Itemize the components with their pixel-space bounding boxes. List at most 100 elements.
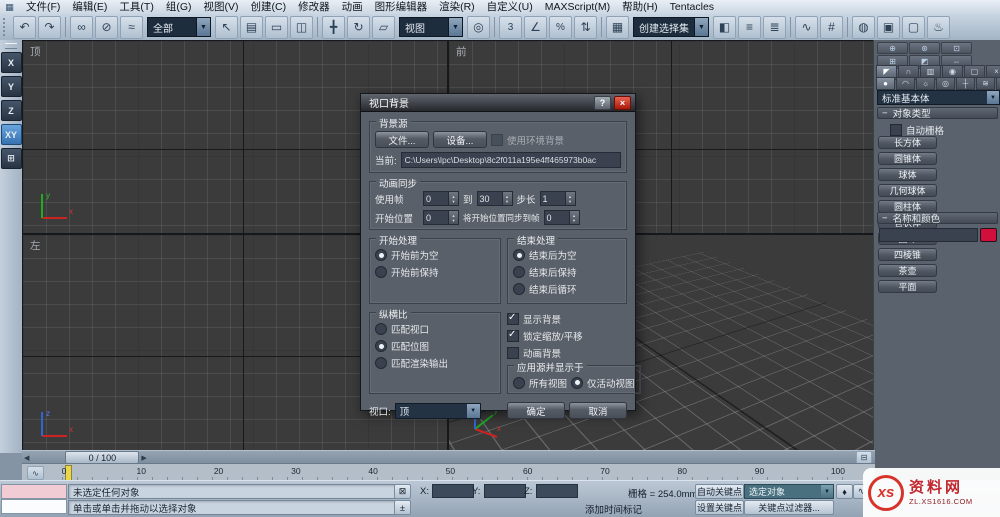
cone-button[interactable]: 圆锥体 [878, 152, 937, 165]
app-icon[interactable]: ▦ [3, 2, 16, 13]
time-slider[interactable]: ◀ 0 / 100 ▶ ⊟ [22, 450, 875, 464]
dialog-help-button[interactable]: ? [594, 95, 611, 110]
select-by-name-icon[interactable]: ▤ [240, 15, 263, 39]
object-name-field[interactable] [879, 228, 978, 242]
active-only-radio[interactable] [571, 376, 584, 389]
menu-help[interactable]: 帮助(H) [616, 1, 664, 14]
category-spacewarps-icon[interactable]: ≋ [976, 77, 995, 90]
selection-lock-toggle[interactable]: ⊠ [394, 484, 411, 499]
spinner-arrows-icon[interactable]: ▴ ▾ [448, 211, 458, 224]
render-setup-icon[interactable]: ▣ [877, 15, 900, 39]
spinner-snap-icon[interactable]: ⇅ [574, 15, 597, 39]
add-time-tag[interactable]: 添加时间标记 [585, 502, 642, 516]
category-shapes-icon[interactable]: ◠ [896, 77, 915, 90]
name-color-rollout[interactable]: − 名称和颜色 [877, 212, 998, 225]
restrict-z-button[interactable]: Z [0, 100, 22, 121]
dialog-titlebar[interactable]: 视口背景 ? × [361, 94, 635, 112]
selection-filter-dropdown[interactable]: 全部 ▼ [147, 17, 211, 37]
viewport-label-top[interactable]: 顶 [30, 44, 41, 59]
redo-icon[interactable]: ↷ [38, 15, 61, 39]
blank-before-start-radio[interactable] [375, 249, 387, 261]
absolute-offset-toggle[interactable]: ± [394, 500, 411, 515]
hold-after-end-radio[interactable] [513, 266, 525, 278]
zoom-extents-icon[interactable]: ⊡ [941, 42, 972, 54]
snaps-toggle-icon[interactable]: 3 [499, 15, 522, 39]
menu-views[interactable]: 视图(V) [198, 1, 245, 14]
menu-group[interactable]: 组(G) [160, 1, 198, 14]
set-key-button[interactable]: 设置关键点 [695, 500, 744, 515]
viewport-label-left[interactable]: 左 [30, 238, 41, 253]
use-center-icon[interactable]: ◎ [467, 15, 490, 39]
toolbar-grip[interactable] [5, 43, 17, 49]
lock-zoom-pan-checkbox[interactable] [507, 329, 519, 342]
menu-tools[interactable]: 工具(T) [113, 1, 159, 14]
category-helpers-icon[interactable]: ┼ [956, 77, 975, 90]
reference-coordinate-dropdown[interactable]: 视图 ▼ [399, 17, 463, 37]
set-keys-icon-button[interactable]: ♦ [836, 484, 853, 499]
object-color-swatch[interactable] [980, 228, 997, 242]
teapot-button[interactable]: 茶壶 [878, 264, 937, 277]
mini-curve-editor-button[interactable]: ∿ [27, 466, 44, 480]
next-frame-arrow-icon[interactable]: ▶ [141, 454, 146, 462]
dialog-close-button[interactable]: × [614, 95, 631, 110]
selection-region-icon[interactable]: ▭ [265, 15, 288, 39]
bind-to-space-warp-icon[interactable]: ≈ [120, 15, 143, 39]
unlink-selection-icon[interactable]: ⊘ [95, 15, 118, 39]
pyramid-button[interactable]: 四棱锥 [878, 248, 937, 261]
cancel-button[interactable]: 取消 [569, 402, 627, 419]
menu-customize[interactable]: 自定义(U) [481, 1, 539, 14]
menu-file[interactable]: 文件(F) [20, 1, 66, 14]
step-spinner[interactable]: 1 ▴ ▾ [539, 191, 576, 206]
blank-after-end-radio[interactable] [513, 249, 525, 261]
key-filters-button[interactable]: 关键点过滤器... [744, 500, 834, 515]
edit-named-selections-icon[interactable]: ▦ [606, 15, 629, 39]
display-background-checkbox[interactable] [507, 312, 519, 325]
all-views-radio[interactable] [513, 376, 525, 389]
rendered-frame-window-icon[interactable]: ▢ [902, 15, 925, 39]
undo-icon[interactable]: ↶ [13, 15, 36, 39]
z-coordinate-field[interactable] [536, 484, 578, 498]
render-production-icon[interactable]: ♨ [927, 15, 950, 39]
menu-animation[interactable]: 动画 [336, 1, 369, 14]
menu-modifiers[interactable]: 修改器 [292, 1, 336, 14]
window-crossing-icon[interactable]: ◫ [290, 15, 313, 39]
angle-snap-icon[interactable]: ∠ [524, 15, 547, 39]
spinner-arrows-icon[interactable]: ▴ ▾ [568, 211, 579, 224]
select-and-move-icon[interactable]: ╋ [322, 15, 345, 39]
key-mode-dropdown[interactable]: 选定对象 ▼ [744, 484, 834, 499]
maxscript-mini-listener[interactable] [1, 499, 67, 514]
use-frame-spinner[interactable]: 0 ▴ ▾ [423, 191, 459, 206]
menu-maxscript[interactable]: MAXScript(M) [539, 1, 616, 14]
category-cameras-icon[interactable]: ◎ [936, 77, 955, 90]
select-object-icon[interactable]: ↖ [215, 15, 238, 39]
sync-start-spinner[interactable]: 0 ▴ ▾ [543, 210, 580, 225]
mirror-icon[interactable]: ◧ [713, 15, 736, 39]
y-coordinate-field[interactable] [484, 484, 526, 498]
match-viewport-radio[interactable] [375, 323, 387, 335]
zoom-icon[interactable]: ⊕ [877, 42, 908, 54]
plane-button[interactable]: 平面 [878, 280, 937, 293]
category-systems-icon[interactable]: ⊚ [996, 77, 1000, 90]
restrict-y-button[interactable]: Y [0, 76, 22, 97]
auto-key-button[interactable]: 自动关键点 [695, 484, 744, 499]
schematic-view-icon[interactable]: # [820, 15, 843, 39]
menu-tentacles[interactable]: Tentacles [664, 1, 720, 14]
spinner-arrows-icon[interactable]: ▴ ▾ [501, 192, 512, 205]
devices-button[interactable]: 设备... [433, 131, 487, 148]
x-coordinate-field[interactable] [432, 484, 474, 498]
match-rendering-output-radio[interactable] [375, 357, 387, 369]
category-geometry-icon[interactable]: ● [876, 77, 895, 90]
sphere-button[interactable]: 球体 [878, 168, 937, 181]
spinner-arrows-icon[interactable]: ▴ ▾ [448, 192, 458, 205]
maxscript-mini-listener-macro[interactable] [1, 484, 67, 499]
primitive-category-dropdown[interactable]: 标准基本体 ▼ [877, 90, 1000, 105]
hold-before-start-radio[interactable] [375, 266, 387, 278]
geosphere-button[interactable]: 几何球体 [878, 184, 937, 197]
spinner-arrows-icon[interactable]: ▴ ▾ [564, 192, 575, 205]
ok-button[interactable]: 确定 [507, 402, 565, 419]
viewport-label-front[interactable]: 前 [456, 44, 467, 59]
restrict-x-button[interactable]: X [0, 52, 22, 73]
start-at-spinner[interactable]: 0 ▴ ▾ [423, 210, 459, 225]
select-and-link-icon[interactable]: ∞ [70, 15, 93, 39]
to-frame-spinner[interactable]: 30 ▴ ▾ [476, 191, 513, 206]
